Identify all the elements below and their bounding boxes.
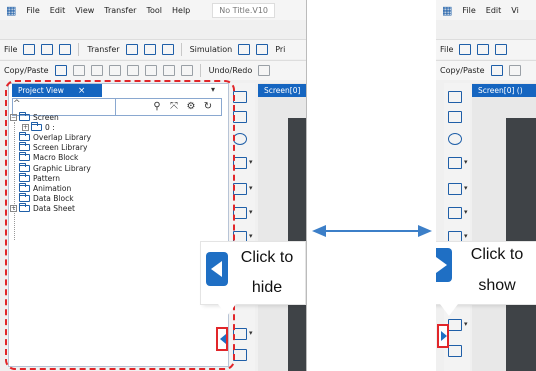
lamp-icon[interactable] [448,133,462,145]
callout-tail [440,304,458,316]
copy-icon[interactable] [490,65,503,76]
menu-file[interactable]: File [462,6,475,15]
numeric-display-icon[interactable] [233,157,253,169]
menu-tool[interactable]: Tool [146,6,162,15]
save-icon[interactable] [59,44,72,55]
grid-icon[interactable] [448,91,462,103]
toolbar-undo-redo-label: Undo/Redo [208,66,253,75]
keyboard-icon[interactable] [233,183,253,195]
left-menubar: ▦ File Edit View Transfer Tool Help No T… [0,0,306,20]
rectangle-icon[interactable] [233,111,247,123]
menu-edit[interactable]: Edit [50,6,66,15]
simulation-settings-icon[interactable] [256,44,269,55]
save-icon[interactable] [495,44,508,55]
right-toolbar-edit: Copy/Paste [436,60,536,80]
delete-icon[interactable] [180,65,193,76]
open-folder-icon[interactable] [41,44,54,55]
open-folder-icon[interactable] [477,44,490,55]
toolbar-copy-paste-label: Copy/Paste [440,66,485,75]
menu-file[interactable]: File [26,6,39,15]
cut-icon[interactable] [108,65,121,76]
rectangle-icon[interactable] [448,111,462,123]
callout-line1: Click to [470,246,524,263]
show-panel-toggle[interactable] [437,324,449,348]
paste-icon[interactable] [508,65,521,76]
keyboard-icon[interactable] [448,183,468,195]
new-file-icon[interactable] [23,44,36,55]
callout-tail [218,304,236,316]
transfer-write-icon[interactable] [143,44,156,55]
project-view-highlight [5,80,235,370]
menu-help[interactable]: Help [172,6,190,15]
toolbar-file-label: File [440,45,454,54]
toolbar-separator [199,64,201,77]
copy-special-icon[interactable] [144,65,157,76]
left-window: ▦ File Edit View Transfer Tool Help No T… [0,0,307,371]
show-arrow-icon [436,248,452,282]
new-file-icon[interactable] [459,44,472,55]
screen-tab[interactable]: Screen[0] [258,84,306,97]
panel-icon[interactable] [233,349,247,361]
grid-icon[interactable] [233,91,247,103]
menu-edit[interactable]: Edit [486,6,502,15]
document-title: No Title.V10 [212,2,276,18]
menu-transfer[interactable]: Transfer [104,6,136,15]
screen-tab[interactable]: Screen[0] () [472,84,536,97]
callout-line2: hide [251,279,283,296]
undo-icon[interactable] [258,65,271,76]
right-window: ▦ File Edit Vi File Copy/Paste Screen[0]… [436,0,536,371]
app-icon[interactable]: ▦ [442,4,452,17]
double-arrow-icon [312,225,432,237]
simulation-icon[interactable] [238,44,251,55]
lamp-icon[interactable] [233,133,247,145]
duplicate-icon[interactable] [90,65,103,76]
table-icon[interactable] [448,319,468,331]
triangle-right-icon [441,331,447,341]
menu-view[interactable]: View [75,6,94,15]
toolbar-copy-paste-label: Copy/Paste [4,66,49,75]
right-toolbar-file: File [436,39,536,59]
toolbar-simulation-label: Simulation [189,45,233,54]
bar-graph-icon[interactable] [448,207,468,219]
right-menubar: ▦ File Edit Vi [436,0,536,20]
left-toolbar-edit: Copy/Paste Undo/Redo [0,60,306,80]
toolbar-file-label: File [4,45,18,54]
numeric-display-icon[interactable] [448,157,468,169]
transfer-read-icon[interactable] [125,44,138,55]
toolbar-transfer-label: Transfer [87,45,120,54]
table-icon[interactable] [233,328,253,340]
select-icon[interactable] [162,65,175,76]
panel-icon[interactable] [448,345,462,357]
callout-line1: Click to [240,249,294,266]
screen-tab-label: Screen[0] [264,86,301,95]
copy-icon[interactable] [54,65,67,76]
toolbar-print-label: Pri [275,45,286,54]
app-icon[interactable]: ▦ [6,4,16,17]
bar-graph-icon[interactable] [233,207,253,219]
toolbar-separator [78,43,80,56]
toolbar-separator [180,43,182,56]
callout-line2: show [478,277,516,294]
paste-special-icon[interactable] [126,65,139,76]
transfer-pc-icon[interactable] [161,44,174,55]
screen-tab-label: Screen[0] () [478,86,523,95]
left-toolbar-file: File Transfer Simulation Pri [0,39,306,59]
paste-icon[interactable] [72,65,85,76]
hide-arrow-icon [206,252,228,286]
menu-view[interactable]: Vi [511,6,519,15]
